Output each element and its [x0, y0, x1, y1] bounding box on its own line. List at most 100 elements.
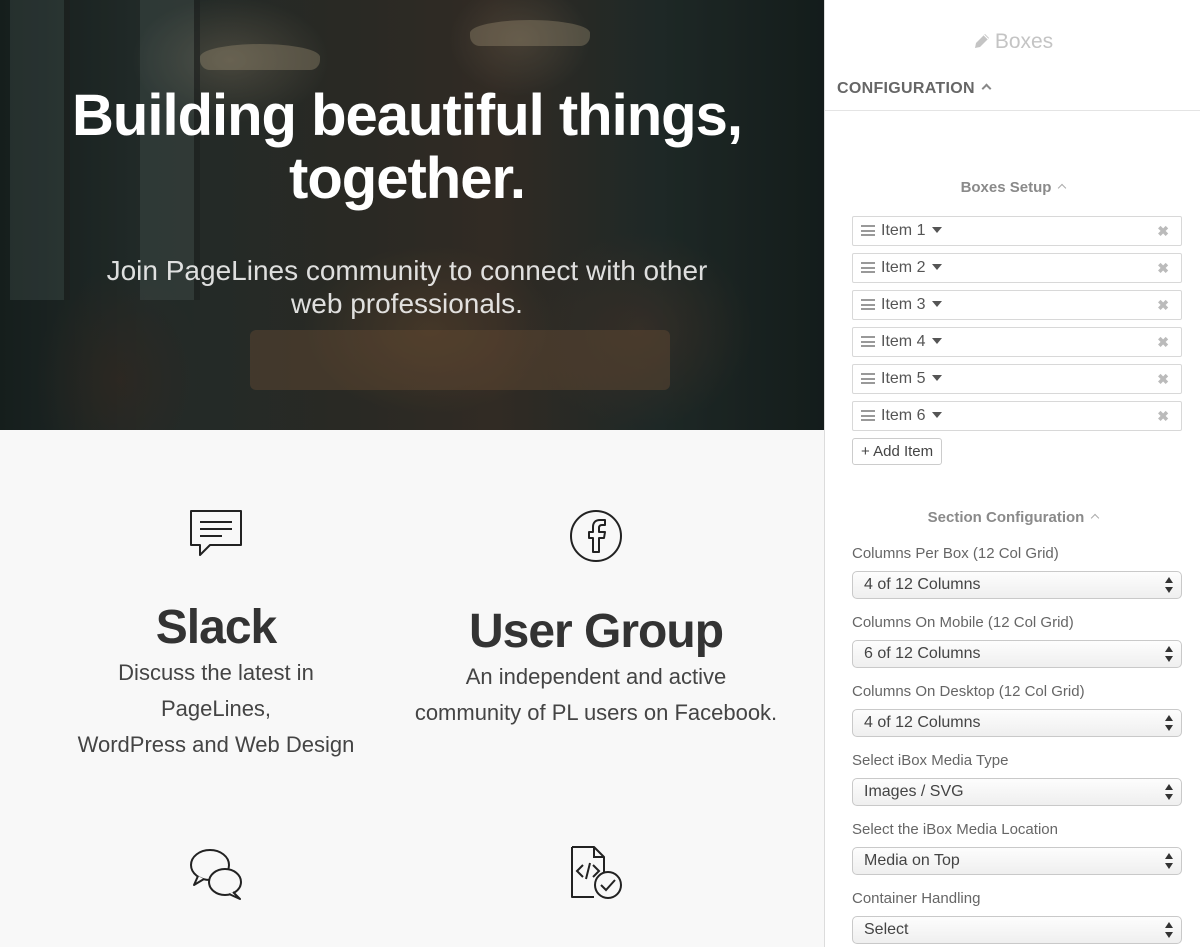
- ibox-description-line: An independent and active: [465, 664, 727, 689]
- facebook-icon: [570, 510, 622, 562]
- item-label: Item 5: [881, 370, 926, 387]
- hero-title: Building beautiful things, together.: [0, 84, 814, 210]
- boxes-setup-label: Boxes Setup: [960, 179, 1052, 196]
- select-value: Images / SVG: [864, 783, 964, 800]
- remove-item-icon[interactable]: ✖: [1157, 365, 1169, 393]
- panel-title: Boxes: [825, 30, 1200, 54]
- list-item[interactable]: Item 6 ✖: [852, 401, 1182, 431]
- list-item[interactable]: Item 3 ✖: [852, 290, 1182, 320]
- field-label: Columns On Mobile (12 Col Grid): [852, 614, 1074, 631]
- hero-title-line: together.: [289, 146, 526, 211]
- columns-on-desktop-select[interactable]: 4 of 12 Columns: [852, 709, 1182, 737]
- list-item[interactable]: Item 5 ✖: [852, 364, 1182, 394]
- select-arrows-icon: [1165, 922, 1173, 938]
- pencil-icon: [974, 34, 989, 48]
- item-label: Item 6: [881, 407, 926, 424]
- remove-item-icon[interactable]: ✖: [1157, 328, 1169, 356]
- drag-handle-icon[interactable]: [861, 262, 875, 273]
- code-document-check-icon: [571, 846, 622, 899]
- configuration-label: CONFIGURATION: [837, 80, 975, 97]
- add-item-button[interactable]: + Add Item: [852, 438, 943, 465]
- section-configuration-label: Section Configuration: [927, 509, 1085, 526]
- caret-down-icon[interactable]: [932, 264, 943, 270]
- field-label: Columns Per Box (12 Col Grid): [852, 545, 1059, 562]
- remove-item-icon[interactable]: ✖: [1157, 291, 1169, 319]
- caret-down-icon[interactable]: [932, 338, 943, 344]
- media-location-select[interactable]: Media on Top: [852, 847, 1182, 875]
- hero-subtitle: Join PageLines community to connect with…: [0, 254, 814, 320]
- field-columns-on-desktop: Columns On Desktop (12 Col Grid) 4 of 12…: [852, 682, 1182, 751]
- select-value: 4 of 12 Columns: [864, 576, 981, 593]
- ibox-user-group[interactable]: User Group An independent and active com…: [406, 508, 786, 731]
- remove-item-icon[interactable]: ✖: [1157, 402, 1169, 430]
- remove-item-icon[interactable]: ✖: [1157, 217, 1169, 245]
- caret-down-icon[interactable]: [932, 301, 943, 307]
- chevron-up-icon: [1091, 513, 1100, 523]
- select-arrows-icon: [1165, 646, 1173, 662]
- list-item[interactable]: Item 2 ✖: [852, 253, 1182, 283]
- items-list: Item 1 ✖ Item 2 ✖ Item 3 ✖ Item 4 ✖ Item…: [852, 216, 1182, 438]
- columns-on-mobile-select[interactable]: 6 of 12 Columns: [852, 640, 1182, 668]
- ibox-description: An independent and active community of P…: [406, 659, 786, 731]
- item-label: Item 2: [881, 259, 926, 276]
- hero-subtitle-line: web professionals.: [291, 288, 523, 319]
- chevron-up-icon: [981, 83, 992, 94]
- ibox-title: Slack: [155, 601, 277, 654]
- drag-handle-icon[interactable]: [861, 225, 875, 236]
- chat-bubbles-icon: [190, 849, 242, 900]
- chevron-up-icon: [1058, 183, 1067, 193]
- field-label: Select iBox Media Type: [852, 752, 1009, 769]
- field-label: Columns On Desktop (12 Col Grid): [852, 683, 1085, 700]
- list-item[interactable]: Item 4 ✖: [852, 327, 1182, 357]
- field-label: Container Handling: [852, 890, 981, 907]
- select-value: Media on Top: [864, 852, 960, 869]
- select-arrows-icon: [1165, 784, 1173, 800]
- field-media-location: Select the iBox Media Location Media on …: [852, 820, 1182, 889]
- select-arrows-icon: [1165, 715, 1173, 731]
- item-label: Item 3: [881, 296, 926, 313]
- caret-down-icon[interactable]: [932, 375, 943, 381]
- drag-handle-icon[interactable]: [861, 373, 875, 384]
- boxes-setup-toggle[interactable]: Boxes Setup: [825, 179, 1200, 196]
- field-media-type: Select iBox Media Type Images / SVG: [852, 751, 1182, 820]
- field-container-handling: Container Handling Select: [852, 889, 1182, 947]
- ibox-title: User Group: [468, 605, 724, 658]
- columns-per-box-select[interactable]: 4 of 12 Columns: [852, 571, 1182, 599]
- drag-handle-icon[interactable]: [861, 299, 875, 310]
- remove-item-icon[interactable]: ✖: [1157, 254, 1169, 282]
- select-value: 6 of 12 Columns: [864, 645, 981, 662]
- ibox-slack[interactable]: Slack Discuss the latest in PageLines, W…: [26, 508, 406, 763]
- panel-title-text: Boxes: [994, 30, 1054, 53]
- hero-subtitle-line: Join PageLines community to connect with…: [106, 255, 708, 286]
- media-type-select[interactable]: Images / SVG: [852, 778, 1182, 806]
- ibox-description-line: community of PL users on Facebook.: [414, 700, 778, 725]
- ibox-description-line: Discuss the latest in PageLines,: [118, 660, 314, 721]
- configuration-toggle[interactable]: CONFIGURATION: [825, 80, 1200, 111]
- item-label: Item 4: [881, 333, 926, 350]
- item-label: Item 1: [881, 222, 926, 239]
- caret-down-icon[interactable]: [932, 227, 943, 233]
- drag-handle-icon[interactable]: [861, 336, 875, 347]
- chat-bubble-icon: [190, 510, 242, 556]
- ibox-description: Discuss the latest in PageLines, WordPre…: [26, 655, 406, 763]
- caret-down-icon[interactable]: [932, 412, 943, 418]
- container-handling-select[interactable]: Select: [852, 916, 1182, 944]
- section-configuration-toggle[interactable]: Section Configuration: [825, 509, 1200, 526]
- settings-panel: Boxes CONFIGURATION Boxes Setup Item 1 ✖…: [824, 0, 1200, 947]
- field-label: Select the iBox Media Location: [852, 821, 1058, 838]
- select-value: 4 of 12 Columns: [864, 714, 981, 731]
- drag-handle-icon[interactable]: [861, 410, 875, 421]
- section-configuration-fields: Columns Per Box (12 Col Grid) 4 of 12 Co…: [852, 544, 1182, 947]
- hero-title-line: Building beautiful things,: [72, 83, 743, 148]
- hero-overlay: [0, 0, 824, 430]
- select-arrows-icon: [1165, 853, 1173, 869]
- field-columns-on-mobile: Columns On Mobile (12 Col Grid) 6 of 12 …: [852, 613, 1182, 682]
- field-columns-per-box: Columns Per Box (12 Col Grid) 4 of 12 Co…: [852, 544, 1182, 613]
- list-item[interactable]: Item 1 ✖: [852, 216, 1182, 246]
- ibox-forums[interactable]: [26, 845, 406, 901]
- page-preview: Building beautiful things, together. Joi…: [0, 0, 824, 947]
- hero-section: Building beautiful things, together. Joi…: [0, 0, 824, 430]
- select-arrows-icon: [1165, 577, 1173, 593]
- ibox-description-line: WordPress and Web Design: [77, 732, 355, 757]
- ibox-docs[interactable]: [406, 845, 786, 901]
